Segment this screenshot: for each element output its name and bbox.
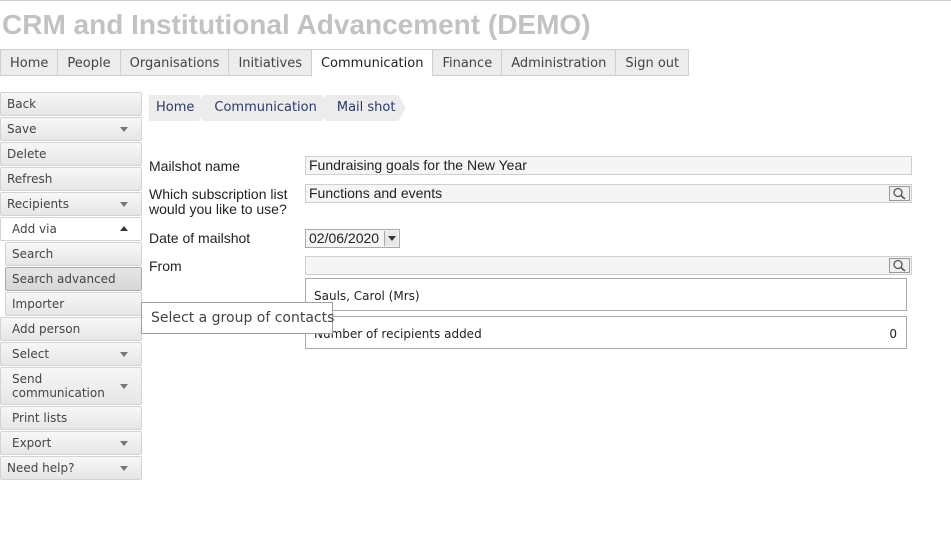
- sidebar-refresh-button[interactable]: Refresh: [0, 167, 142, 191]
- nav-sign-out[interactable]: Sign out: [615, 49, 690, 76]
- sidebar-need-help-label: Need help?: [7, 461, 75, 475]
- sidebar-add-via-button[interactable]: Add via: [0, 217, 142, 241]
- sidebar-send-communication-button[interactable]: Send communication: [0, 367, 142, 405]
- from-lookup-button[interactable]: [889, 258, 910, 273]
- sidebar-recipients-label: Recipients: [7, 197, 70, 211]
- chevron-down-icon: [120, 202, 128, 207]
- nav-organisations[interactable]: Organisations: [119, 49, 229, 76]
- date-dropdown-button[interactable]: [384, 231, 398, 246]
- nav-people[interactable]: People: [57, 49, 120, 76]
- sidebar-need-help-button[interactable]: Need help?: [0, 456, 142, 480]
- recipient-count-row: Number of recipients added 0: [305, 316, 907, 349]
- sidebar-export-button[interactable]: Export: [0, 431, 142, 455]
- sidebar-back-button[interactable]: Back: [0, 92, 142, 116]
- sidebar-send-communication-label: Send communication: [12, 372, 105, 400]
- from-label: From: [149, 258, 182, 274]
- breadcrumb-mail-shot[interactable]: Mail shot: [324, 95, 407, 121]
- sidebar: Back Save Delete Refresh Recipients Add …: [0, 92, 143, 481]
- date-of-mailshot-input[interactable]: 02/06/2020: [305, 229, 400, 248]
- breadcrumb: Home Communication Mail shot: [149, 95, 407, 121]
- app-title: CRM and Institutional Advancement (DEMO): [2, 9, 591, 40]
- sidebar-search-label: Search: [12, 247, 54, 261]
- sidebar-search-advanced-button[interactable]: Search advanced: [5, 267, 142, 291]
- sidebar-print-lists-button[interactable]: Print lists: [0, 406, 142, 430]
- subscription-lookup-button[interactable]: [889, 186, 910, 201]
- chevron-up-icon: [120, 226, 128, 231]
- sidebar-search-advanced-label: Search advanced: [12, 272, 116, 286]
- recipient-count-label: Number of recipients added: [314, 327, 482, 341]
- sidebar-select-label: Select: [12, 347, 50, 361]
- nav-initiatives[interactable]: Initiatives: [228, 49, 311, 76]
- nav-finance[interactable]: Finance: [432, 49, 502, 76]
- sidebar-back-label: Back: [7, 97, 37, 111]
- top-border-line: [0, 0, 951, 1]
- top-navigation: Home People Organisations Initiatives Co…: [0, 49, 690, 77]
- sidebar-add-person-button[interactable]: Add person: [0, 317, 142, 341]
- chevron-down-icon: [120, 352, 128, 357]
- sidebar-save-button[interactable]: Save: [0, 117, 142, 141]
- nav-communication[interactable]: Communication: [310, 49, 433, 77]
- sidebar-delete-button[interactable]: Delete: [0, 142, 142, 166]
- nav-administration[interactable]: Administration: [501, 49, 616, 76]
- sidebar-select-button[interactable]: Select: [0, 342, 142, 366]
- breadcrumb-communication[interactable]: Communication: [202, 95, 331, 121]
- sidebar-save-label: Save: [7, 122, 37, 136]
- sidebar-export-label: Export: [12, 436, 52, 450]
- breadcrumb-home[interactable]: Home: [149, 95, 208, 121]
- chevron-down-icon: [120, 127, 128, 132]
- sidebar-add-person-label: Add person: [12, 322, 81, 336]
- subscription-list-label: Which subscription list would you like t…: [149, 186, 288, 217]
- date-of-mailshot-label: Date of mailshot: [149, 230, 251, 246]
- recipient-list-item[interactable]: Sauls, Carol (Mrs): [305, 278, 907, 311]
- sidebar-recipients-button[interactable]: Recipients: [0, 192, 142, 216]
- mailshot-name-input[interactable]: Fundraising goals for the New Year: [305, 156, 912, 175]
- sidebar-importer-button[interactable]: Importer: [5, 292, 142, 316]
- chevron-down-icon: [120, 466, 128, 471]
- chevron-down-icon: [120, 384, 128, 389]
- sidebar-delete-label: Delete: [7, 147, 47, 161]
- sidebar-print-lists-label: Print lists: [12, 411, 68, 425]
- subscription-list-input[interactable]: Functions and events: [305, 184, 912, 203]
- sidebar-refresh-label: Refresh: [7, 172, 53, 186]
- sidebar-importer-label: Importer: [12, 297, 65, 311]
- chevron-down-icon: [120, 441, 128, 446]
- tooltip: Select a group of contacts: [141, 302, 334, 334]
- magnifier-icon: [893, 259, 906, 272]
- subscription-list-value: Functions and events: [309, 185, 443, 201]
- chevron-down-icon: [388, 236, 396, 241]
- magnifier-icon: [893, 187, 906, 200]
- nav-home[interactable]: Home: [0, 49, 58, 76]
- mailshot-name-label: Mailshot name: [149, 158, 241, 174]
- sidebar-search-button[interactable]: Search: [5, 242, 142, 266]
- date-of-mailshot-value: 02/06/2020: [309, 230, 380, 246]
- sidebar-add-via-label: Add via: [12, 222, 57, 236]
- from-input[interactable]: [305, 256, 912, 275]
- recipient-count-value: 0: [889, 327, 897, 341]
